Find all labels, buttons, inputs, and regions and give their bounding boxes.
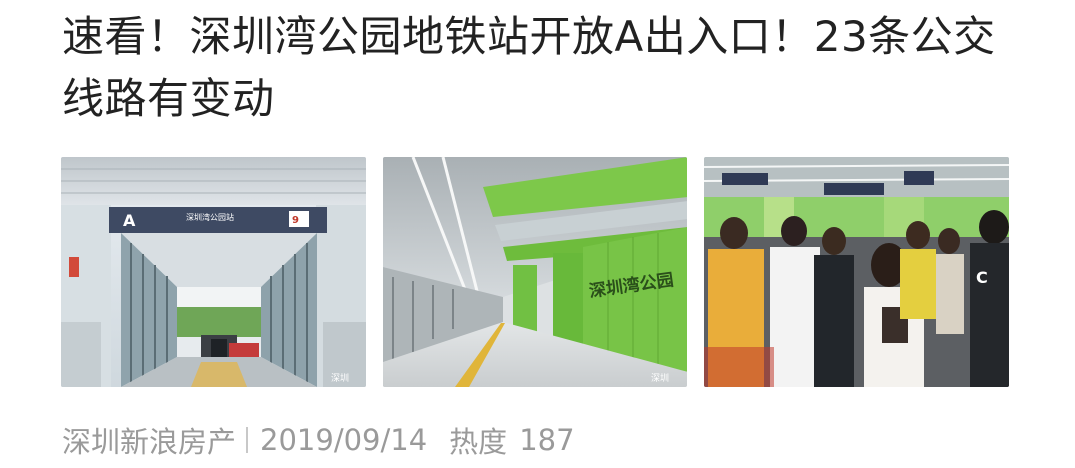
publish-date: 2019/09/14 <box>260 423 428 457</box>
entrance-sign-letter: A <box>123 211 136 230</box>
station-platform-image[interactable]: 深圳湾公园 深圳 <box>382 157 688 387</box>
entrance-sign-text: 深圳湾公园站 <box>186 212 234 222</box>
watermark: 深圳 <box>331 373 349 384</box>
thumbnail-row: A 深圳湾公园站 9 深圳 深圳湾公园 深圳 C <box>61 157 1010 387</box>
article-meta: 深圳新浪房产 2019/09/14 热度 187 <box>62 420 575 460</box>
meta-divider <box>246 427 249 453</box>
news-card[interactable]: 速看！深圳湾公园地铁站开放A出入口！23条公交线路有变动 A 深圳湾公园站 9 … <box>0 0 1075 468</box>
heat-value: 187 <box>519 423 575 457</box>
svg-text:C: C <box>976 268 988 287</box>
crowded-concourse-image[interactable]: C <box>704 157 1010 387</box>
article-title[interactable]: 速看！深圳湾公园地铁站开放A出入口！23条公交线路有变动 <box>62 6 1022 130</box>
heat-label: 热度 <box>449 425 508 459</box>
station-entrance-image[interactable]: A 深圳湾公园站 9 深圳 <box>61 157 366 387</box>
line-badge: 9 <box>292 215 299 226</box>
watermark-2: 深圳 <box>651 373 669 384</box>
source-name[interactable]: 深圳新浪房产 <box>62 419 236 461</box>
